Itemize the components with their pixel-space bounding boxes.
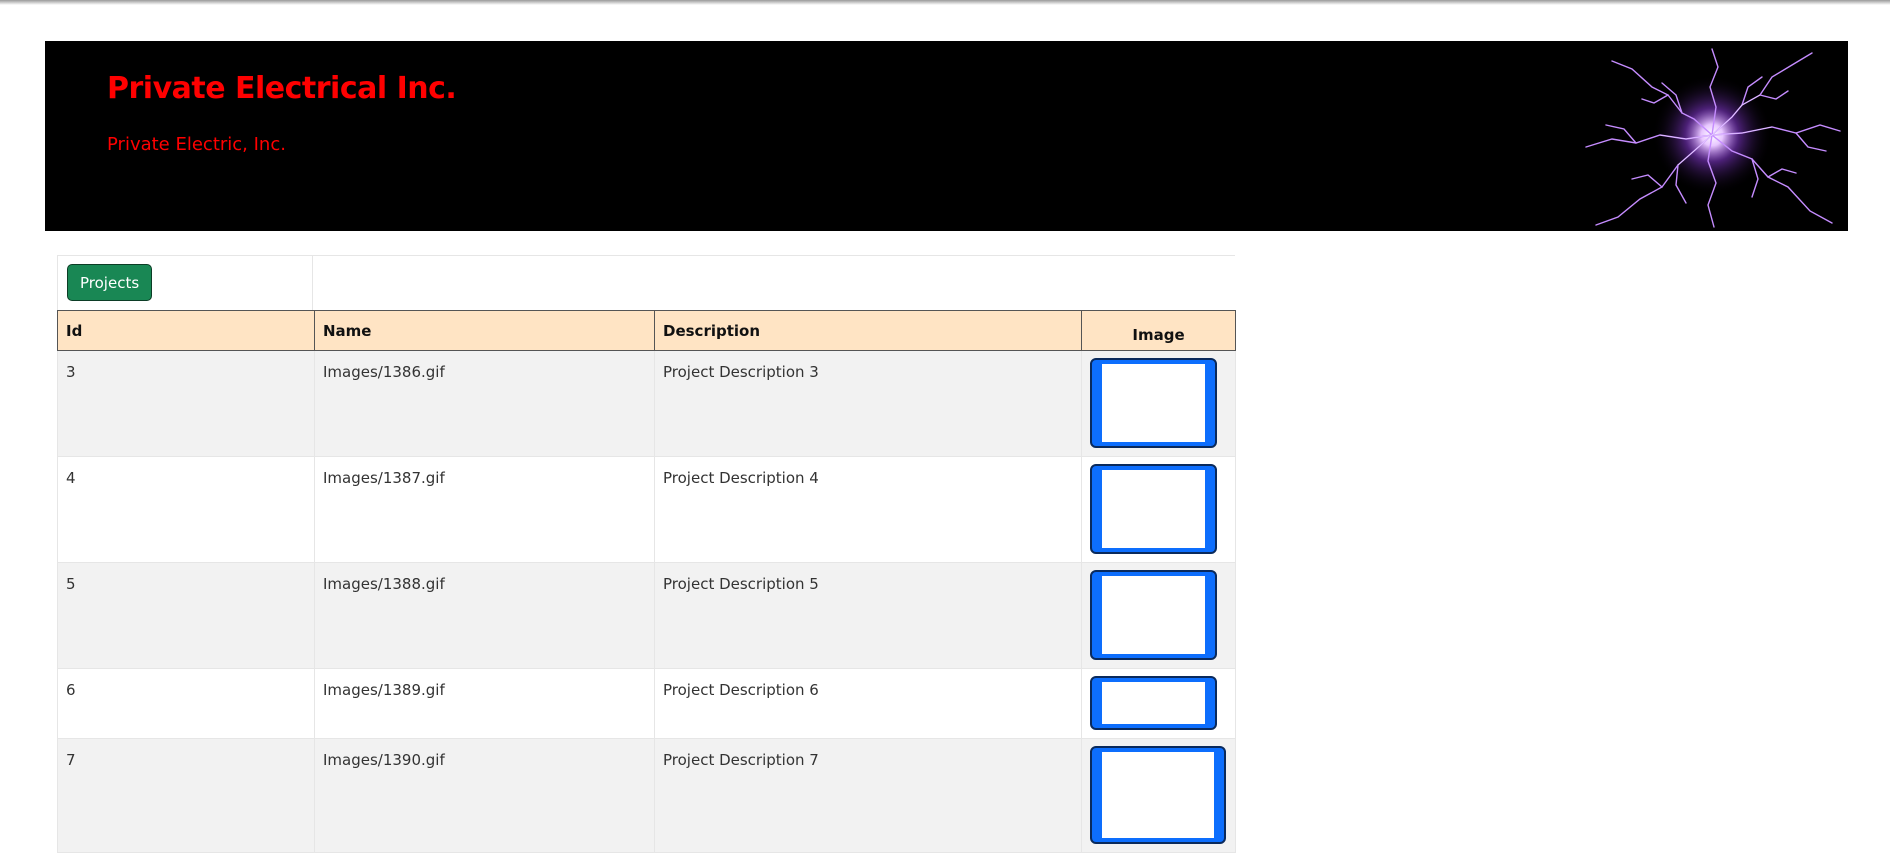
project-image-button[interactable] — [1090, 358, 1217, 448]
cell-image — [1081, 668, 1236, 739]
cell-id: 4 — [57, 456, 315, 563]
projects-grid: Projects Id Name Description Image 3 Ima… — [57, 255, 1236, 853]
projects-table: Id Name Description Image 3 Images/1386.… — [57, 310, 1236, 853]
projects-button[interactable]: Projects — [67, 264, 153, 301]
cell-description: Project Description 6 — [654, 668, 1082, 739]
cell-description: Project Description 5 — [654, 562, 1082, 669]
table-row: 7 Images/1390.gif Project Description 7 — [57, 738, 1236, 853]
lightning-logo-icon — [1585, 48, 1841, 228]
site-title: Private Electrical Inc. — [107, 71, 457, 106]
column-header-description[interactable]: Description — [654, 310, 1082, 351]
table-row: 3 Images/1386.gif Project Description 3 — [57, 350, 1236, 457]
column-header-name[interactable]: Name — [314, 310, 655, 351]
cell-name: Images/1389.gif — [314, 668, 655, 739]
cell-name: Images/1390.gif — [314, 738, 655, 853]
column-header-id[interactable]: Id — [57, 310, 315, 351]
table-row: 5 Images/1388.gif Project Description 5 — [57, 562, 1236, 669]
project-image-button[interactable] — [1090, 464, 1217, 554]
project-thumbnail — [1102, 752, 1214, 838]
column-header-image[interactable]: Image — [1081, 310, 1236, 351]
cell-description: Project Description 4 — [654, 456, 1082, 563]
cell-name: Images/1387.gif — [314, 456, 655, 563]
cell-image — [1081, 456, 1236, 563]
cell-name: Images/1388.gif — [314, 562, 655, 669]
cell-name: Images/1386.gif — [314, 350, 655, 457]
project-image-button[interactable] — [1090, 676, 1217, 730]
grid-toolbar: Projects — [57, 255, 1235, 310]
table-header-row: Id Name Description Image — [57, 310, 1236, 351]
top-shadow — [0, 0, 1890, 5]
table-row: 6 Images/1389.gif Project Description 6 — [57, 668, 1236, 739]
cell-description: Project Description 3 — [654, 350, 1082, 457]
cell-id: 3 — [57, 350, 315, 457]
site-banner: Private Electrical Inc. Private Electric… — [45, 41, 1848, 231]
project-image-button[interactable] — [1090, 746, 1226, 844]
project-thumbnail — [1102, 576, 1205, 654]
cell-description: Project Description 7 — [654, 738, 1082, 853]
project-thumbnail — [1102, 682, 1205, 724]
cell-image — [1081, 738, 1236, 853]
cell-id: 6 — [57, 668, 315, 739]
table-row: 4 Images/1387.gif Project Description 4 — [57, 456, 1236, 563]
cell-image — [1081, 562, 1236, 669]
site-subtitle: Private Electric, Inc. — [107, 134, 286, 155]
project-thumbnail — [1102, 470, 1205, 548]
toolbar-cell: Projects — [57, 256, 313, 310]
cell-id: 7 — [57, 738, 315, 853]
project-thumbnail — [1102, 364, 1205, 442]
project-image-button[interactable] — [1090, 570, 1217, 660]
cell-image — [1081, 350, 1236, 457]
cell-id: 5 — [57, 562, 315, 669]
